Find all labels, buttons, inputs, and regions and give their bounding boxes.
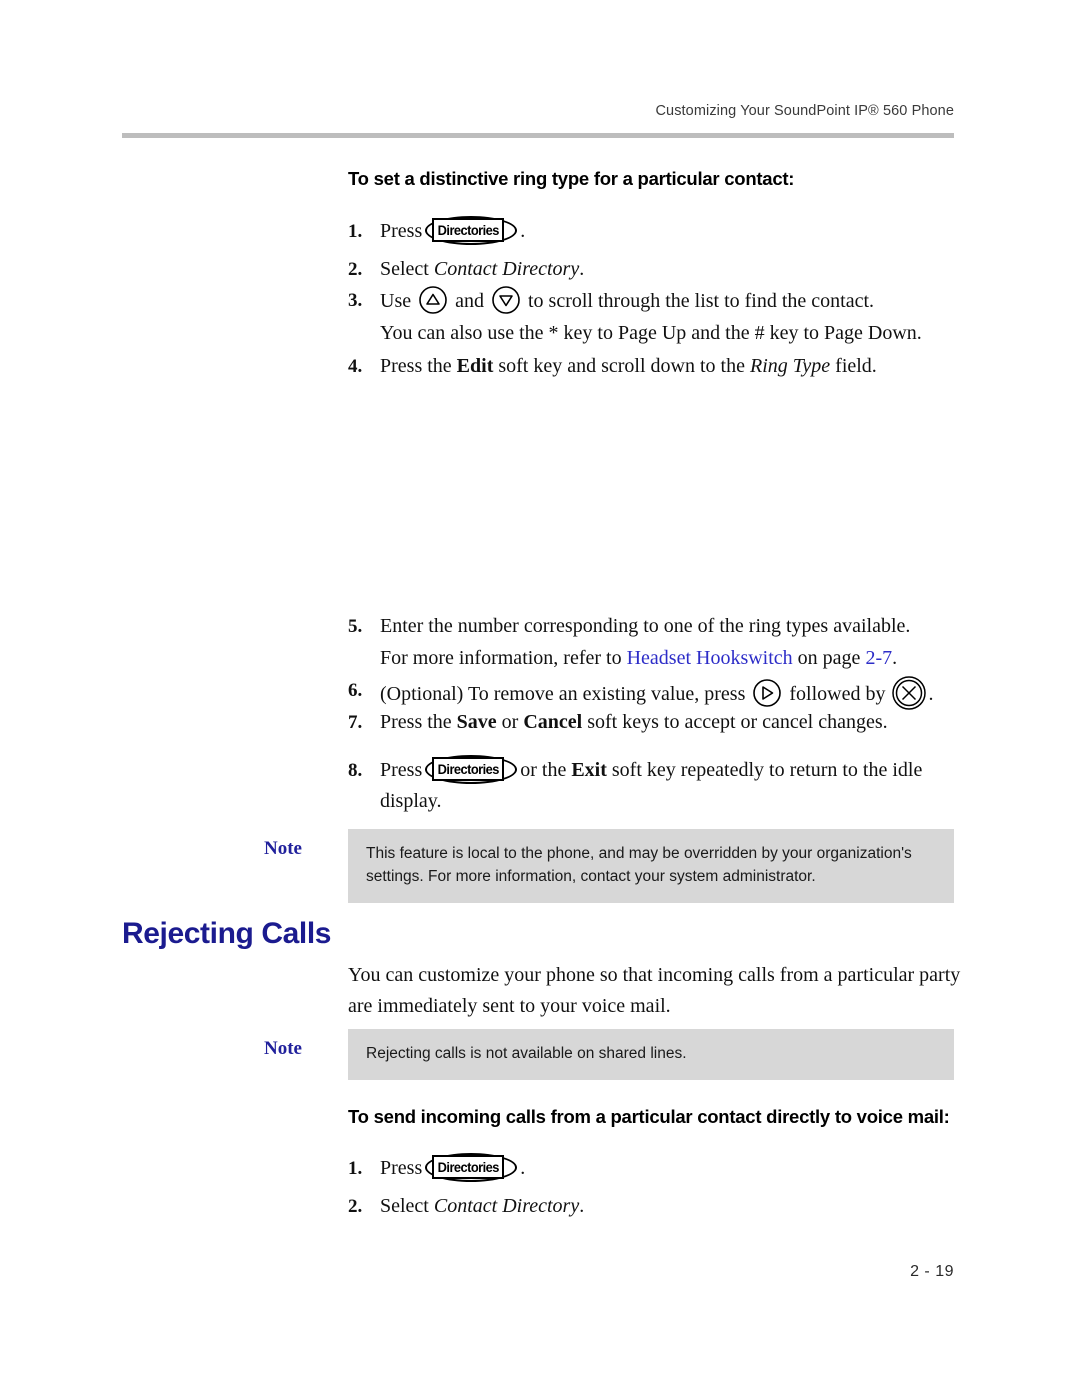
procedure-1-heading: To set a distinctive ring type for a par… [348,168,795,189]
procedure-1-step-3-continuation: You can also use the * key to Page Up an… [380,322,922,344]
step-number: 2. [348,1196,363,1217]
step-text-italic: Contact Directory [433,258,580,280]
directories-key-plate: Directories [432,1155,505,1179]
step-text-pre: Press the [380,355,457,377]
procedure-1-step-3: 3. Use and to scroll through the list to … [348,285,963,317]
procedure-1-step-7: 7. Press the Save or Cancel soft keys to … [348,707,963,738]
note-1-box: This feature is local to the phone, and … [348,829,954,903]
procedure-1-step-5: 5. Enter the number corresponding to one … [348,611,963,642]
procedure-1-step-1: 1. Press Directories. [348,216,963,247]
step-text-post: . [520,1157,526,1179]
step-text-bold: Exit [571,759,607,781]
step-text: Press the Edit soft key and scroll down … [380,351,955,382]
step-number: 1. [348,221,363,242]
step-number: 7. [348,712,363,733]
step-text-post: soft keys to accept or cancel changes. [582,711,888,733]
directories-key-label: Directories [437,1158,500,1175]
step-text: Press the Save or Cancel soft keys to ac… [380,707,955,738]
step-text-pre: Press [380,759,423,781]
continuation-post: . [892,647,898,669]
step-text-post: . [520,220,526,242]
step-number: 2. [348,259,363,280]
step-text-italic: Contact Directory [433,1195,580,1217]
step-text-post: . [928,683,934,705]
step-text: Press Directories. [380,216,955,247]
step-text-post: . [579,1195,585,1217]
section-body-paragraph: You can customize your phone so that inc… [348,964,961,1017]
cross-reference-link[interactable]: Headset Hookswitch [627,647,793,669]
directories-key-icon[interactable]: Directories [425,216,518,245]
procedure-2-step-2: 2. Select Contact Directory. [348,1191,963,1222]
step-number: 1. [348,1158,363,1179]
procedure-1-step-6: 6. (Optional) To remove an existing value… [348,675,963,711]
step-number: 6. [348,680,363,701]
procedure-1-step-8: 8. Press Directories or the Exit soft key r… [348,755,963,817]
directories-key-label: Directories [437,760,500,777]
running-header: Customizing Your SoundPoint IP® 560 Phon… [122,103,954,119]
page-number: 2 - 19 [910,1263,954,1280]
header-rule [122,133,954,138]
scroll-up-key-icon[interactable] [418,285,448,315]
note-2-box: Rejecting calls is not available on shar… [348,1029,954,1080]
step-text-bold: Save [456,711,497,733]
procedure-1-step-5-continuation: For more information, refer to Headset H… [380,643,965,674]
directories-key-icon[interactable]: Directories [425,755,518,784]
directories-key-label: Directories [437,221,500,238]
step-text: Press Directories. [380,1153,955,1184]
figure-placeholder-area [348,395,954,610]
step-text-pre: Press [380,220,423,242]
step-text-mid: or [496,711,524,733]
procedure-2-step-1: 1. Press Directories. [348,1153,963,1184]
step-text-post: to scroll through the list to find the c… [528,290,875,312]
step-text: Press Directories or the Exit soft key rep… [380,755,955,817]
step-text-pre: Press [380,1157,423,1179]
step-text-pre: Select [380,1195,434,1217]
step-text-pre: (Optional) To remove an existing value, … [380,683,746,705]
note-2-label: Note [264,1038,302,1059]
procedure-2-heading: To send incoming calls from a particular… [348,1106,950,1127]
step-text-post: field. [830,355,877,377]
procedure-1-step-2: 2. Select Contact Directory. [348,254,963,285]
step-number: 4. [348,356,363,377]
procedure-1-step-4: 4. Press the Edit soft key and scroll dow… [348,351,963,382]
continuation-mid: on page [792,647,866,669]
step-text-post: . [579,258,585,280]
note-1-text: This feature is local to the phone, and … [366,845,912,885]
step-text-pre: Select [380,258,434,280]
right-arrow-key-icon[interactable] [752,678,782,708]
step-text: Use and to scroll through the list to fi… [380,285,955,317]
directories-key-icon[interactable]: Directories [425,1153,518,1182]
section-heading-rejecting-calls: Rejecting Calls [122,917,332,950]
step-number: 3. [348,290,363,311]
step-text-pre: Press the [380,711,457,733]
step-text-mid: and [455,290,484,312]
running-header-text: Customizing Your SoundPoint IP® 560 Phon… [655,103,954,119]
directories-key-plate: Directories [432,757,505,781]
scroll-down-key-icon[interactable] [491,285,521,315]
step-text-pre: Use [380,290,412,312]
continuation-pre: For more information, refer to [380,647,627,669]
delete-key-icon[interactable] [891,675,927,711]
step-number: 8. [348,760,363,781]
step-text: Select Contact Directory. [380,1191,955,1222]
note-2-text: Rejecting calls is not available on shar… [366,1045,687,1062]
step-text: (Optional) To remove an existing value, … [380,675,955,711]
directories-key-plate: Directories [432,218,505,242]
step-text-mid: soft key and scroll down to the [493,355,750,377]
step-text-italic: Ring Type [749,355,831,377]
note-1-label: Note [264,838,302,859]
cross-reference-page-link[interactable]: 2-7 [865,647,892,669]
step-text-mid: followed by [789,683,886,705]
step-text: Enter the number corresponding to one of… [380,615,911,637]
step-text-mid: or the [520,759,572,781]
step-text: Select Contact Directory. [380,254,955,285]
step-number: 5. [348,616,363,637]
step-text-bold-2: Cancel [523,711,583,733]
step-text-bold: Edit [456,355,494,377]
